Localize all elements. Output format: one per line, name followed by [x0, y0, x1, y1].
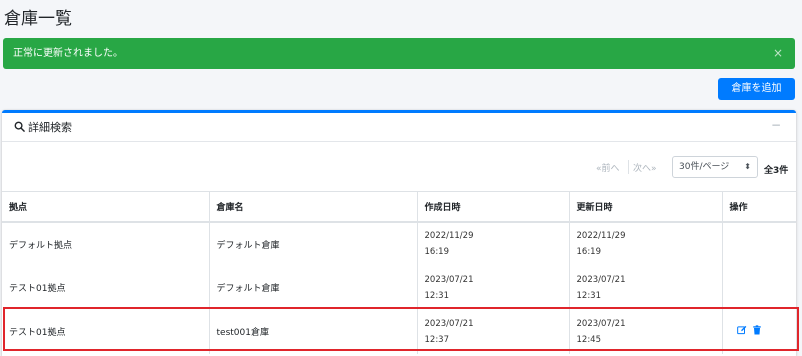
per-page-value: 30件/ページ [679, 162, 730, 172]
cell-base: デフォルト拠点 [9, 240, 73, 251]
success-alert: 正常に更新されました。 × [3, 38, 795, 69]
table-header-row: 拠点 倉庫名 作成日時 更新日時 操作 [2, 191, 796, 223]
column-header-base[interactable]: 拠点 [2, 191, 209, 223]
alert-close-button[interactable]: × [773, 38, 783, 69]
trash-icon[interactable] [752, 325, 762, 335]
cell-actions [721, 221, 796, 266]
add-warehouse-button[interactable]: 倉庫を追加 [718, 78, 795, 100]
cell-warehouse: デフォルト倉庫 [208, 265, 417, 310]
cell-warehouse: デフォルト倉庫 [208, 221, 417, 266]
created-time: 12:37 [424, 334, 450, 345]
created-time: 12:31 [424, 290, 450, 301]
updated-time: 12:45 [576, 334, 602, 345]
column-header-updated[interactable]: 更新日時 [568, 191, 722, 223]
created-date: 2023/07/21 [424, 318, 474, 329]
page-title: 倉庫一覧 [4, 9, 72, 29]
prev-page-link[interactable]: «前へ [596, 161, 620, 174]
column-header-created[interactable]: 作成日時 [416, 191, 569, 223]
cell-created: 2022/11/29 16:19 [416, 221, 569, 266]
warehouse-table: 拠点 倉庫名 作成日時 更新日時 操作 デフォルト拠点 デフォルト倉庫 2022… [2, 191, 796, 354]
cell-base: テスト01拠点 [9, 284, 66, 294]
search-icon [14, 121, 25, 132]
cell-actions [721, 309, 796, 354]
updated-time: 16:19 [576, 247, 602, 257]
cell-updated: 2023/07/21 12:45 [568, 309, 722, 354]
cell-created: 2023/07/21 12:37 [416, 309, 569, 354]
cell-updated: 2023/07/21 12:31 [568, 265, 722, 310]
updated-date: 2023/07/21 [576, 274, 626, 285]
column-header-warehouse[interactable]: 倉庫名 [208, 191, 417, 223]
cell-warehouse: test001倉庫 [208, 309, 417, 354]
chevron-down-icon: ⬍ [744, 162, 751, 171]
pager-divider [628, 160, 629, 174]
cell-base: テスト01拠点 [9, 328, 66, 338]
table-row: テスト01拠点 test001倉庫 2023/07/21 12:37 2023/… [2, 309, 796, 354]
created-date: 2022/11/29 [424, 231, 474, 241]
total-count: 全3件 [764, 166, 789, 176]
table-row: デフォルト拠点 デフォルト倉庫 2022/11/29 16:19 2022/11… [2, 221, 796, 266]
next-page-link[interactable]: 次へ» [633, 161, 657, 174]
created-time: 16:19 [424, 247, 450, 257]
page: 倉庫一覧 正常に更新されました。 × 倉庫を追加 詳細検索 − «前へ 次へ» … [0, 0, 802, 356]
per-page-select[interactable]: 30件/ページ ⬍ [672, 156, 758, 178]
column-header-actions: 操作 [721, 191, 796, 223]
collapse-button[interactable]: − [771, 118, 781, 132]
cell-updated: 2022/11/29 16:19 [568, 221, 722, 266]
created-date: 2023/07/21 [424, 274, 474, 285]
search-card-title: 詳細検索 [28, 121, 72, 134]
table-row: テスト01拠点 デフォルト倉庫 2023/07/21 12:31 2023/07… [2, 265, 796, 310]
cell-created: 2023/07/21 12:31 [416, 265, 569, 310]
updated-time: 12:31 [576, 290, 602, 301]
updated-date: 2022/11/29 [576, 231, 626, 241]
row-actions [736, 325, 762, 335]
updated-date: 2023/07/21 [576, 318, 626, 329]
search-card: 詳細検索 − «前へ 次へ» 30件/ページ ⬍ 全3件 拠点 倉庫名 作成日時… [2, 110, 796, 356]
edit-icon[interactable] [736, 325, 747, 335]
search-card-header[interactable]: 詳細検索 − [2, 113, 796, 142]
cell-actions [721, 265, 796, 310]
alert-message: 正常に更新されました。 [13, 48, 123, 59]
